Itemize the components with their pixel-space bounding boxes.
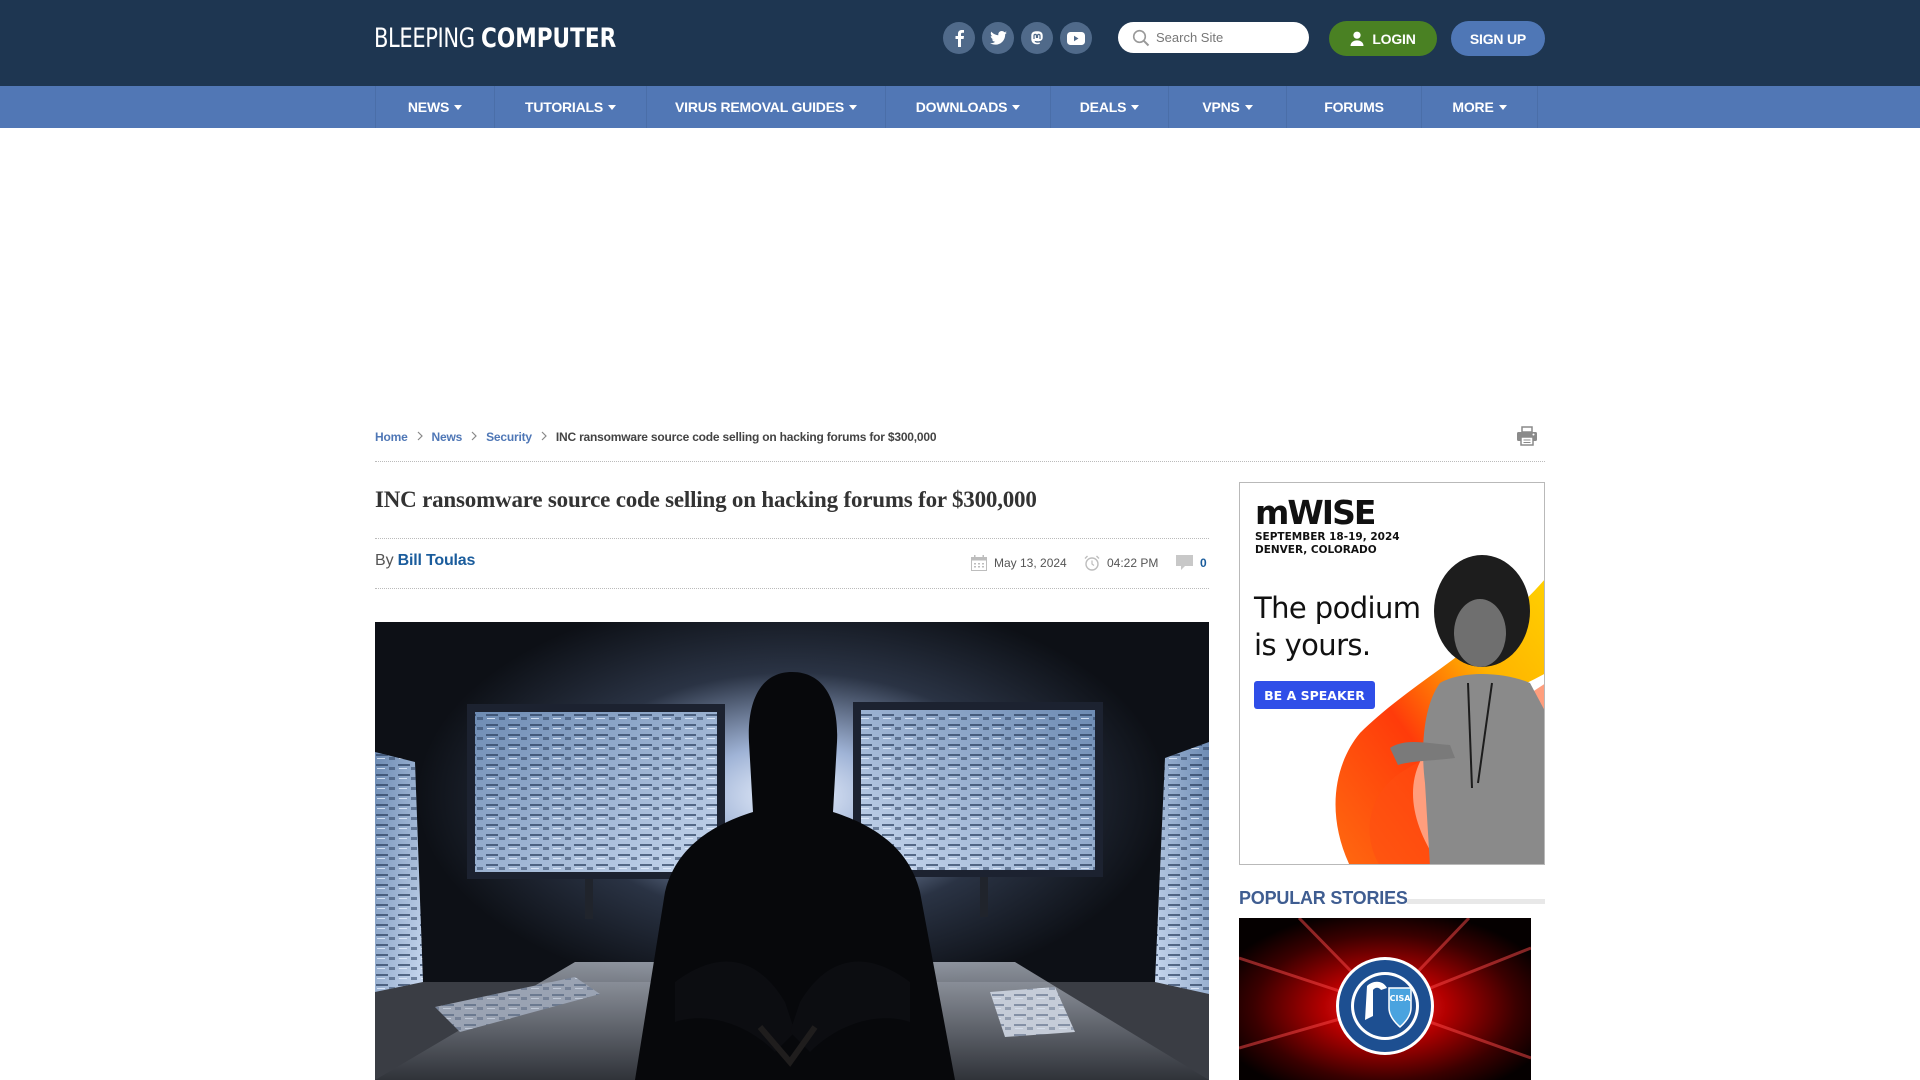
signup-button[interactable]: SIGN UP (1451, 21, 1545, 56)
nav-item-more[interactable]: MORE (1422, 86, 1538, 128)
nav-item-label: VPNS (1202, 99, 1240, 115)
logo-text-light: BLEEPING (374, 22, 475, 54)
breadcrumb-news[interactable]: News (432, 430, 463, 444)
clock-icon (1084, 555, 1100, 571)
search-box[interactable] (1118, 22, 1309, 53)
date-text: May 13, 2024 (994, 556, 1067, 570)
ad-headline: The podium is yours. (1254, 591, 1421, 662)
breadcrumb: Home News Security INC ransomware source… (375, 428, 937, 446)
nav-item-tutorials[interactable]: TUTORIALS (495, 86, 647, 128)
comments-count[interactable]: 0 (1200, 556, 1207, 570)
caret-down-icon (1498, 105, 1507, 110)
nav-item-label: DOWNLOADS (915, 99, 1008, 115)
sidebar-ad-mwise[interactable]: mWISE SEPTEMBER 18-19, 2024 DENVER, COLO… (1239, 482, 1545, 865)
user-icon (1350, 31, 1364, 46)
caret-down-icon (1244, 105, 1253, 110)
breadcrumb-current: INC ransomware source code selling on ha… (555, 430, 937, 444)
calendar-icon (971, 555, 987, 571)
login-button[interactable]: LOGIN (1329, 21, 1437, 56)
ad-event-details: SEPTEMBER 18-19, 2024 DENVER, COLORADO (1255, 531, 1400, 557)
ad-date-line: SEPTEMBER 18-19, 2024 (1255, 531, 1400, 543)
nav-item-virus-removal-guides[interactable]: VIRUS REMOVAL GUIDES (647, 86, 886, 128)
popular-stories-heading: POPULAR STORIES (1239, 888, 1408, 908)
nav-item-label: DEALS (1079, 99, 1127, 115)
facebook-link[interactable] (943, 22, 975, 54)
caret-down-icon (454, 105, 463, 110)
cisa-seal-text: CISA (1390, 994, 1412, 1003)
nav-item-downloads[interactable]: DOWNLOADS (886, 86, 1051, 128)
article-date: May 13, 2024 (971, 553, 1067, 573)
comments-link[interactable]: 0 (1176, 553, 1207, 573)
nav-item-vpns[interactable]: VPNS (1169, 86, 1287, 128)
search-icon (1132, 29, 1150, 46)
signup-label: SIGN UP (1469, 30, 1527, 47)
nav-item-label: NEWS (407, 99, 450, 115)
ad-brand-logo: mWISE (1255, 493, 1376, 532)
print-button[interactable] (1516, 426, 1538, 446)
article-title: INC ransomware source code selling on ha… (375, 487, 1037, 512)
breadcrumb-security[interactable]: Security (486, 430, 532, 444)
search-input[interactable] (1156, 30, 1296, 45)
ad-location-line: DENVER, COLORADO (1255, 544, 1377, 556)
nav-item-news[interactable]: NEWS (376, 86, 495, 128)
nav-item-label: VIRUS REMOVAL GUIDES (675, 99, 844, 115)
chevron-right-icon (471, 430, 477, 444)
youtube-icon (1067, 31, 1085, 45)
printer-icon (1517, 426, 1537, 446)
nav-item-forums[interactable]: FORUMS (1287, 86, 1422, 128)
site-logo[interactable]: BLEEPING COMPUTER (374, 19, 664, 57)
mastodon-icon (1031, 31, 1043, 45)
hero-illustration (375, 622, 1209, 1080)
breadcrumb-home[interactable]: Home (375, 430, 408, 444)
caret-down-icon (608, 105, 617, 110)
main-nav: NEWS TUTORIALS VIRUS REMOVAL GUIDES DOWN… (0, 86, 1920, 128)
time-text: 04:22 PM (1107, 556, 1159, 570)
login-label: LOGIN (1372, 30, 1416, 47)
nav-item-label: FORUMS (1324, 99, 1384, 115)
article-hero-image (375, 622, 1209, 1080)
author-link[interactable]: Bill Toulas (398, 552, 476, 569)
nav-item-label: MORE (1452, 99, 1494, 115)
chevron-right-icon (417, 430, 423, 444)
top-ad-slot (0, 128, 1920, 408)
divider (375, 588, 1209, 589)
site-header: BLEEPING COMPUTER LOGIN SIGN UP (0, 0, 1920, 86)
byline: By Bill Toulas (375, 552, 475, 570)
caret-down-icon (1131, 105, 1140, 110)
logo-text-bold: COMPUTER (481, 22, 617, 54)
twitter-link[interactable] (982, 22, 1014, 54)
popular-story-image[interactable]: CISA (1239, 918, 1531, 1080)
nav-item-label: TUTORIALS (524, 99, 604, 115)
mastodon-link[interactable] (1021, 22, 1053, 54)
youtube-link[interactable] (1060, 22, 1092, 54)
by-label: By (375, 552, 394, 569)
caret-down-icon (848, 105, 857, 110)
nav-menu: NEWS TUTORIALS VIRUS REMOVAL GUIDES DOWN… (375, 86, 1538, 128)
facebook-icon (955, 30, 964, 47)
twitter-icon (989, 31, 1007, 45)
caret-down-icon (1012, 105, 1021, 110)
divider (375, 461, 1545, 462)
article-time: 04:22 PM (1084, 553, 1158, 573)
comment-icon (1176, 555, 1193, 570)
heading-rule (1407, 899, 1545, 904)
ad-cta-button[interactable]: BE A SPEAKER (1254, 681, 1375, 709)
chevron-right-icon (541, 430, 547, 444)
divider (375, 538, 1209, 539)
nav-item-deals[interactable]: DEALS (1051, 86, 1169, 128)
cisa-illustration: CISA (1239, 918, 1531, 1080)
